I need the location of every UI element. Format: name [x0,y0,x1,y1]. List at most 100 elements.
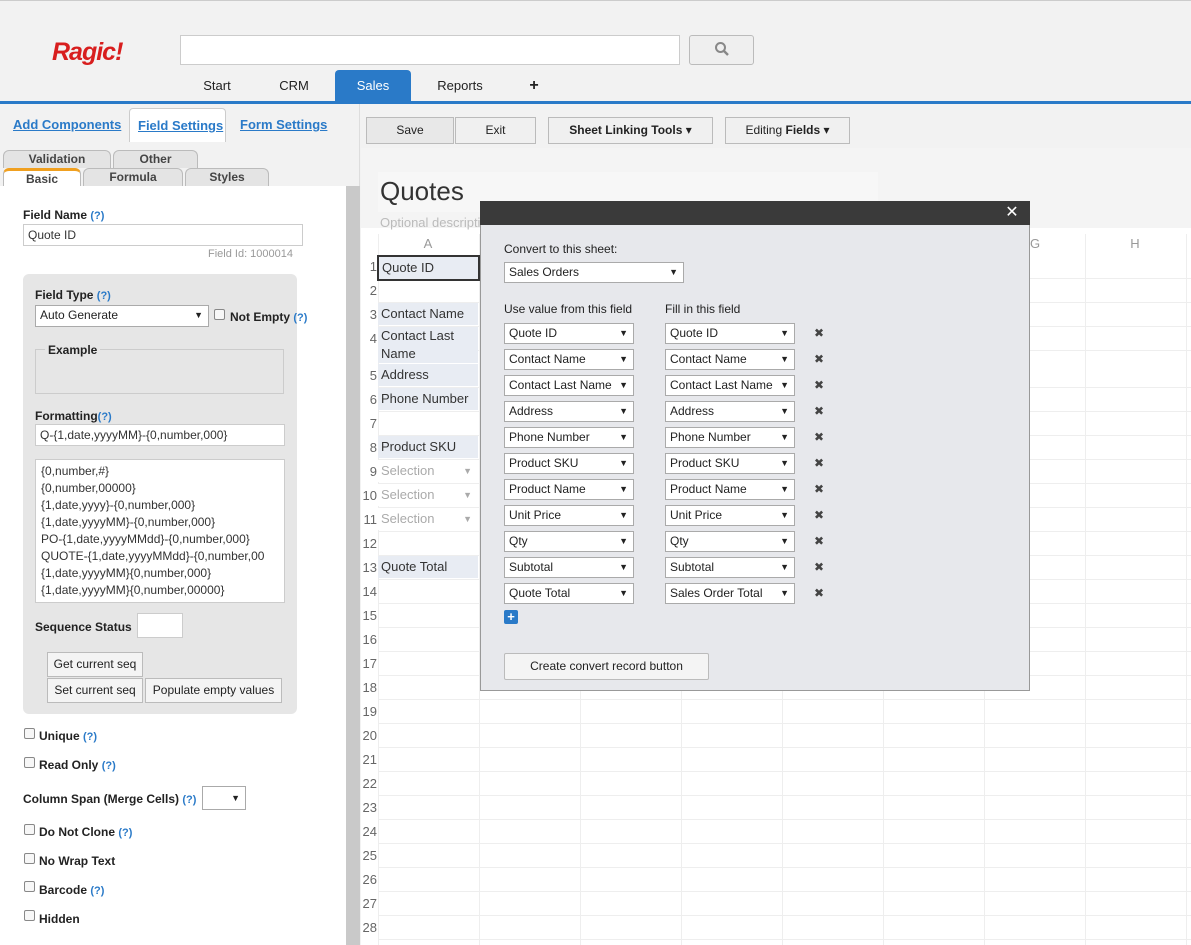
cell-address[interactable]: Address [378,364,478,386]
field-name-input[interactable]: Quote ID [23,224,303,246]
create-convert-record-button[interactable]: Create convert record button [504,653,709,680]
exit-button[interactable]: Exit [455,117,536,144]
tab-sales[interactable]: Sales [335,70,411,102]
field-name-help[interactable]: (?) [90,210,104,222]
row-number[interactable]: 16 [361,632,377,647]
no-wrap-checkbox[interactable] [24,853,35,864]
read-only-checkbox[interactable] [24,757,35,768]
close-icon[interactable]: ✕ [1003,201,1021,225]
row-number[interactable]: 10 [361,488,377,503]
row-number[interactable]: 22 [361,776,377,791]
panel-scrollbar[interactable] [346,186,360,945]
remove-mapping-icon[interactable]: ✖ [814,586,824,600]
set-current-seq-button[interactable]: Set current seq [47,678,143,703]
row-number[interactable]: 9 [361,464,377,479]
row-number[interactable]: 14 [361,584,377,599]
target-field-select[interactable]: Unit Price ▼ [665,505,795,526]
tab-reports[interactable]: Reports [425,70,495,102]
ragic-logo[interactable]: Ragic! [52,38,123,67]
cell-selection[interactable]: Selection ▼ [378,460,478,482]
target-field-select[interactable]: Qty ▼ [665,531,795,552]
field-type-select[interactable]: Auto Generate ▼ [35,305,209,327]
unique-checkbox[interactable] [24,728,35,739]
format-option[interactable]: {1,date,yyyy}-{0,number,000} [41,497,284,514]
row-number[interactable]: 4 [361,331,377,346]
row-number[interactable]: 17 [361,656,377,671]
remove-mapping-icon[interactable]: ✖ [814,378,824,392]
format-option[interactable]: PO-{1,date,yyyyMMdd}-{0,number,000} [41,531,284,548]
unique-help[interactable]: (?) [83,731,97,743]
row-number[interactable]: 23 [361,800,377,815]
target-field-select[interactable]: Address ▼ [665,401,795,422]
row-number[interactable]: 3 [361,307,377,322]
remove-mapping-icon[interactable]: ✖ [814,404,824,418]
field-settings-tab[interactable]: Field Settings [138,118,223,133]
target-field-select[interactable]: Product Name ▼ [665,479,795,500]
format-option[interactable]: {0,number,#} [41,463,284,480]
row-number[interactable]: 11 [361,512,378,527]
source-field-select[interactable]: Quote Total ▼ [504,583,634,604]
remove-mapping-icon[interactable]: ✖ [814,456,824,470]
remove-mapping-icon[interactable]: ✖ [814,352,824,366]
row-number[interactable]: 1 [361,259,377,274]
target-field-select[interactable]: Phone Number ▼ [665,427,795,448]
source-field-select[interactable]: Contact Name ▼ [504,349,634,370]
formatting-input[interactable]: Q-{1,date,yyyyMM}-{0,number,000} [35,424,285,446]
row-number[interactable]: 24 [361,824,377,839]
tab-crm[interactable]: CRM [264,70,324,102]
source-field-select[interactable]: Phone Number ▼ [504,427,634,448]
get-current-seq-button[interactable]: Get current seq [47,652,143,677]
cell-selection[interactable]: Selection ▼ [378,484,478,506]
form-settings-tab[interactable]: Form Settings [240,117,327,132]
formatting-help[interactable]: (?) [98,411,112,423]
target-field-select[interactable]: Contact Name ▼ [665,349,795,370]
source-field-select[interactable]: Contact Last Name ▼ [504,375,634,396]
row-number[interactable]: 8 [361,440,377,455]
column-header-h[interactable]: H [1085,236,1185,254]
source-field-select[interactable]: Address ▼ [504,401,634,422]
row-number[interactable]: 5 [361,368,377,383]
field-type-help[interactable]: (?) [97,290,111,302]
add-components-tab[interactable]: Add Components [13,117,121,132]
row-number[interactable]: 26 [361,872,377,887]
row-number[interactable]: 19 [361,704,377,719]
hidden-checkbox[interactable] [24,910,35,921]
barcode-help[interactable]: (?) [90,885,104,897]
remove-mapping-icon[interactable]: ✖ [814,482,824,496]
do-not-clone-help[interactable]: (?) [118,827,132,839]
cell-contact-last-name[interactable]: Contact Last Name [378,327,478,363]
sheet-title[interactable]: Quotes [380,176,464,207]
editing-fields-button[interactable]: Editing Fields ▾ [725,117,850,144]
tab-basic[interactable]: Basic [3,168,81,186]
sequence-status-input[interactable] [137,613,183,638]
remove-mapping-icon[interactable]: ✖ [814,326,824,340]
source-field-select[interactable]: Unit Price ▼ [504,505,634,526]
populate-empty-values-button[interactable]: Populate empty values [145,678,282,703]
add-mapping-icon[interactable]: + [504,610,518,624]
target-field-select[interactable]: Subtotal ▼ [665,557,795,578]
row-number[interactable]: 21 [361,752,377,767]
row-number[interactable]: 18 [361,680,377,695]
format-option[interactable]: {1,date,yyyyMM}{0,number,000} [41,565,284,582]
source-field-select[interactable]: Product Name ▼ [504,479,634,500]
row-number[interactable]: 7 [361,416,377,431]
row-number[interactable]: 28 [361,920,377,935]
row-number[interactable]: 15 [361,608,377,623]
format-option[interactable]: {1,date,yyyyMM}-{0,number,000} [41,514,284,531]
target-field-select[interactable]: Quote ID ▼ [665,323,795,344]
column-span-help[interactable]: (?) [182,794,196,806]
remove-mapping-icon[interactable]: ✖ [814,560,824,574]
sheet-linking-tools-button[interactable]: Sheet Linking Tools ▾ [548,117,713,144]
column-header-a[interactable]: A [378,236,478,254]
dialog-titlebar[interactable] [480,201,1030,225]
column-span-select[interactable]: ▼ [202,786,246,810]
target-field-select[interactable]: Sales Order Total ▼ [665,583,795,604]
tab-formula[interactable]: Formula [83,168,183,186]
convert-sheet-select[interactable]: Sales Orders ▼ [504,262,684,283]
format-option[interactable]: {0,number,00000} [41,480,284,497]
cell-selection[interactable]: Selection ▼ [378,508,478,530]
remove-mapping-icon[interactable]: ✖ [814,508,824,522]
remove-mapping-icon[interactable]: ✖ [814,430,824,444]
search-button[interactable] [689,35,754,65]
tab-other[interactable]: Other [113,150,198,168]
